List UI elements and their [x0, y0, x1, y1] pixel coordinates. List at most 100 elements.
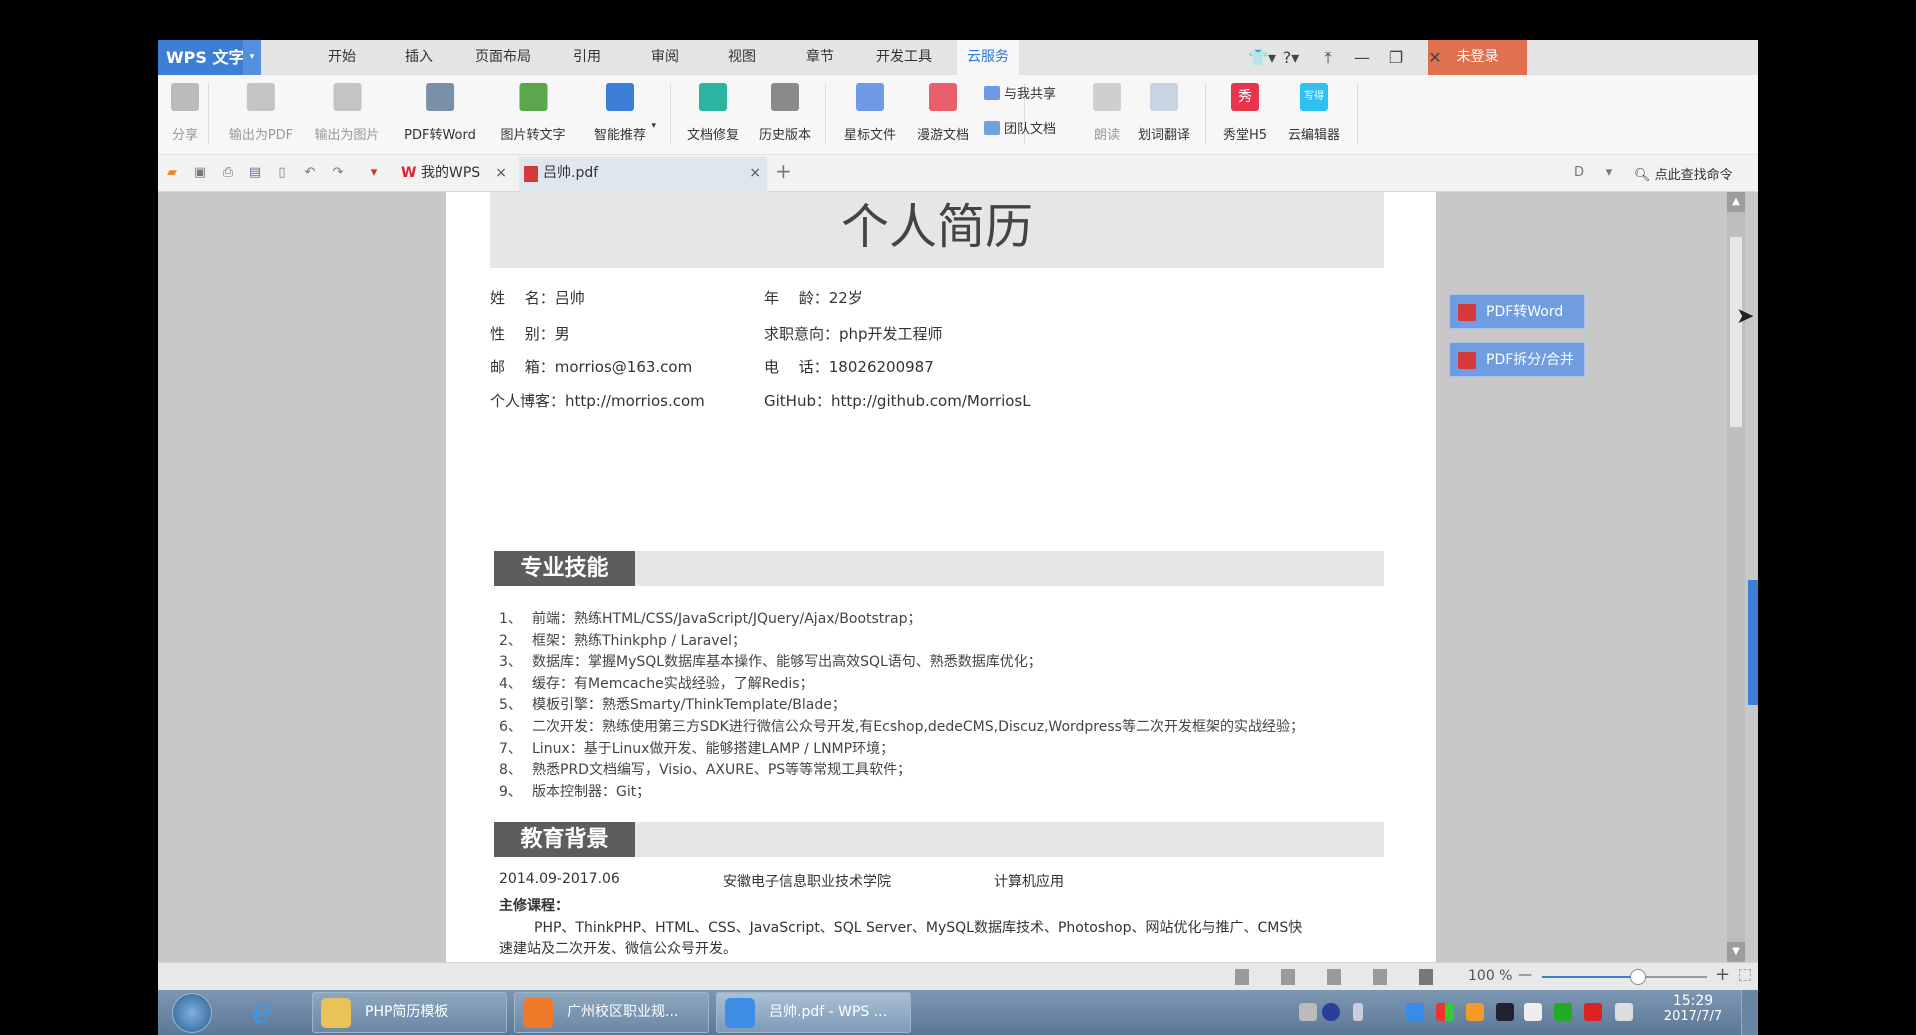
zoom-slider-knob[interactable]: [1630, 969, 1646, 985]
tab-5[interactable]: 视图: [718, 40, 766, 75]
zoom-slider[interactable]: [1542, 969, 1707, 985]
tab-8[interactable]: 云服务: [957, 40, 1019, 75]
taskbar-button[interactable]: 广州校区职业规...: [514, 992, 709, 1033]
ribbon-roaming-folder-button[interactable]: 漫游文档: [917, 75, 969, 155]
taskbar-button[interactable]: 吕帅.pdf - WPS ...: [716, 992, 911, 1033]
fit-page-icon[interactable]: [1235, 969, 1249, 985]
info-field: 性 别：男: [490, 325, 570, 343]
ribbon-export-pdf-button[interactable]: 输出为PDF: [229, 75, 293, 155]
clock[interactable]: 15:29 2017/7/7: [1664, 993, 1722, 1024]
scroll-down-icon[interactable]: ▼: [1727, 942, 1745, 962]
team-docs-button[interactable]: 团队文档: [984, 118, 1056, 137]
new-tab-icon[interactable]: +: [775, 161, 792, 181]
show-hidden-icons[interactable]: [1353, 1003, 1363, 1021]
redo-icon[interactable]: ↷: [330, 165, 346, 181]
zoom-level[interactable]: 100 %: [1468, 968, 1512, 984]
close-tab-icon[interactable]: ×: [495, 157, 507, 190]
ribbon-label: 输出为PDF: [228, 128, 294, 143]
power-tray-icon[interactable]: [1524, 1003, 1542, 1021]
tab-6[interactable]: 章节: [796, 40, 844, 75]
network-icon[interactable]: [1615, 1003, 1633, 1021]
zoom-in-button[interactable]: +: [1715, 964, 1730, 985]
start-button[interactable]: [172, 993, 212, 1033]
ribbon-export-image-button[interactable]: 输出为图片: [314, 75, 380, 155]
minimize-button[interactable]: —: [1354, 40, 1370, 75]
side-panel-toggle[interactable]: [1748, 580, 1758, 705]
help-tray-icon[interactable]: [1322, 1003, 1340, 1021]
tab-4[interactable]: 审阅: [641, 40, 689, 75]
ribbon-cloud-editor-button[interactable]: 写得 云编辑器: [1288, 75, 1340, 155]
undo-icon[interactable]: ↶: [302, 165, 318, 181]
eye-protection-icon[interactable]: [1419, 969, 1433, 985]
export-pdf-icon[interactable]: ⎙: [220, 165, 236, 181]
skill-number: 1、: [499, 611, 522, 627]
skill-number: 5、: [499, 697, 522, 714]
ribbon-image-to-text-button[interactable]: 图片转文字: [500, 75, 566, 155]
tab-1[interactable]: 插入: [395, 40, 443, 75]
command-search[interactable]: 🔍︎ 点此查找命令: [1634, 164, 1733, 183]
save-icon[interactable]: ▣: [192, 165, 208, 181]
ribbon-translate-button[interactable]: 划词翻译: [1138, 75, 1190, 155]
outline-view-icon[interactable]: [1327, 969, 1341, 985]
security-tray-icon[interactable]: [1406, 1003, 1424, 1021]
tab-2[interactable]: 页面布局: [465, 40, 541, 75]
fullscreen-icon[interactable]: [1739, 969, 1751, 981]
ribbon-xiutang-button[interactable]: 秀秀堂H5: [1223, 75, 1267, 155]
close-button[interactable]: ✕: [1428, 40, 1441, 75]
ribbon-separator: [208, 83, 209, 145]
windows-taskbar: e PHP简历模板 广州校区职业规... 吕帅.pdf - WPS ... 15:2…: [158, 990, 1758, 1035]
ribbon-pdf-to-word-button[interactable]: PDF转Word: [404, 75, 476, 155]
print-icon[interactable]: ▤: [247, 165, 263, 181]
ribbon-share-button[interactable]: 分享: [171, 75, 199, 155]
login-button[interactable]: 未登录: [1428, 40, 1527, 75]
pdf-split-merge-button[interactable]: PDF拆分/合并: [1449, 342, 1585, 377]
page-view-icon[interactable]: [1281, 969, 1295, 985]
scroll-thumb[interactable]: [1730, 237, 1742, 427]
ribbon-doc-repair-button[interactable]: 文档修复: [687, 75, 739, 155]
chevron-down-icon[interactable]: ▾: [243, 40, 261, 75]
print-preview-icon[interactable]: ▯: [274, 165, 290, 181]
shared-with-me-button[interactable]: 与我共享: [984, 83, 1056, 102]
volume-muted-icon[interactable]: [1584, 1003, 1602, 1021]
tab-my-wps[interactable]: W 我的WPS ×: [397, 157, 513, 192]
tab-resume-pdf[interactable]: 吕帅.pdf ×: [519, 157, 767, 192]
tab-3[interactable]: 引用: [563, 40, 611, 75]
doc-assistant-icon[interactable]: D: [1571, 165, 1587, 181]
display-tray-icon[interactable]: [1496, 1003, 1514, 1021]
wps-app-menu[interactable]: WPS 文字 ▾: [158, 40, 261, 75]
ribbon-microphone-button[interactable]: 朗读: [1093, 75, 1121, 155]
skin-icon[interactable]: 👕▾: [1248, 40, 1276, 75]
app-tray-icon[interactable]: [1436, 1003, 1454, 1021]
open-folder-icon[interactable]: ▰: [164, 165, 180, 181]
internet-explorer-icon[interactable]: e: [252, 994, 272, 1030]
tab-label: 吕帅.pdf: [543, 165, 599, 181]
ribbon-label: 秀堂H5: [1222, 128, 1268, 143]
restore-button[interactable]: ❐: [1389, 40, 1403, 75]
tab-0[interactable]: 开始: [318, 40, 366, 75]
zoom-out-button[interactable]: —: [1518, 967, 1532, 983]
team-icon: [984, 121, 1000, 135]
taskbar-button[interactable]: PHP简历模板: [312, 992, 507, 1033]
pin-toolbar-icon[interactable]: ⤒: [1324, 40, 1331, 75]
ribbon-star-folder-button[interactable]: 星标文件: [844, 75, 896, 155]
skill-item: 框架：熟练Thinkphp / Laravel；: [532, 632, 747, 649]
ribbon-history-button[interactable]: 历史版本: [759, 75, 811, 155]
pdf-to-word-button[interactable]: PDF转Word: [1449, 294, 1585, 329]
ribbon-recommend-button[interactable]: 智能推荐 ▾: [594, 75, 656, 155]
microphone-icon: [1093, 83, 1121, 111]
web-view-icon[interactable]: [1373, 969, 1387, 985]
customize-quick-access-icon[interactable]: ▾: [366, 165, 382, 181]
tab-7[interactable]: 开发工具: [866, 40, 942, 75]
ribbon-label: 云编辑器: [1287, 128, 1341, 143]
scroll-up-icon[interactable]: ▲: [1727, 192, 1745, 212]
orange-tray-icon[interactable]: [1466, 1003, 1484, 1021]
usb-tray-icon[interactable]: [1554, 1003, 1572, 1021]
collapse-ribbon-icon[interactable]: ▾: [1601, 165, 1617, 181]
skill-item: 版本控制器：Git；: [532, 783, 651, 800]
clock-date: 2017/7/7: [1663, 1009, 1723, 1024]
share-folder-icon: [984, 86, 1000, 100]
show-desktop-button[interactable]: [1741, 990, 1758, 1035]
close-tab-icon[interactable]: ×: [749, 157, 761, 190]
keyboard-icon[interactable]: [1299, 1003, 1317, 1021]
help-icon[interactable]: ?▾: [1283, 40, 1300, 75]
